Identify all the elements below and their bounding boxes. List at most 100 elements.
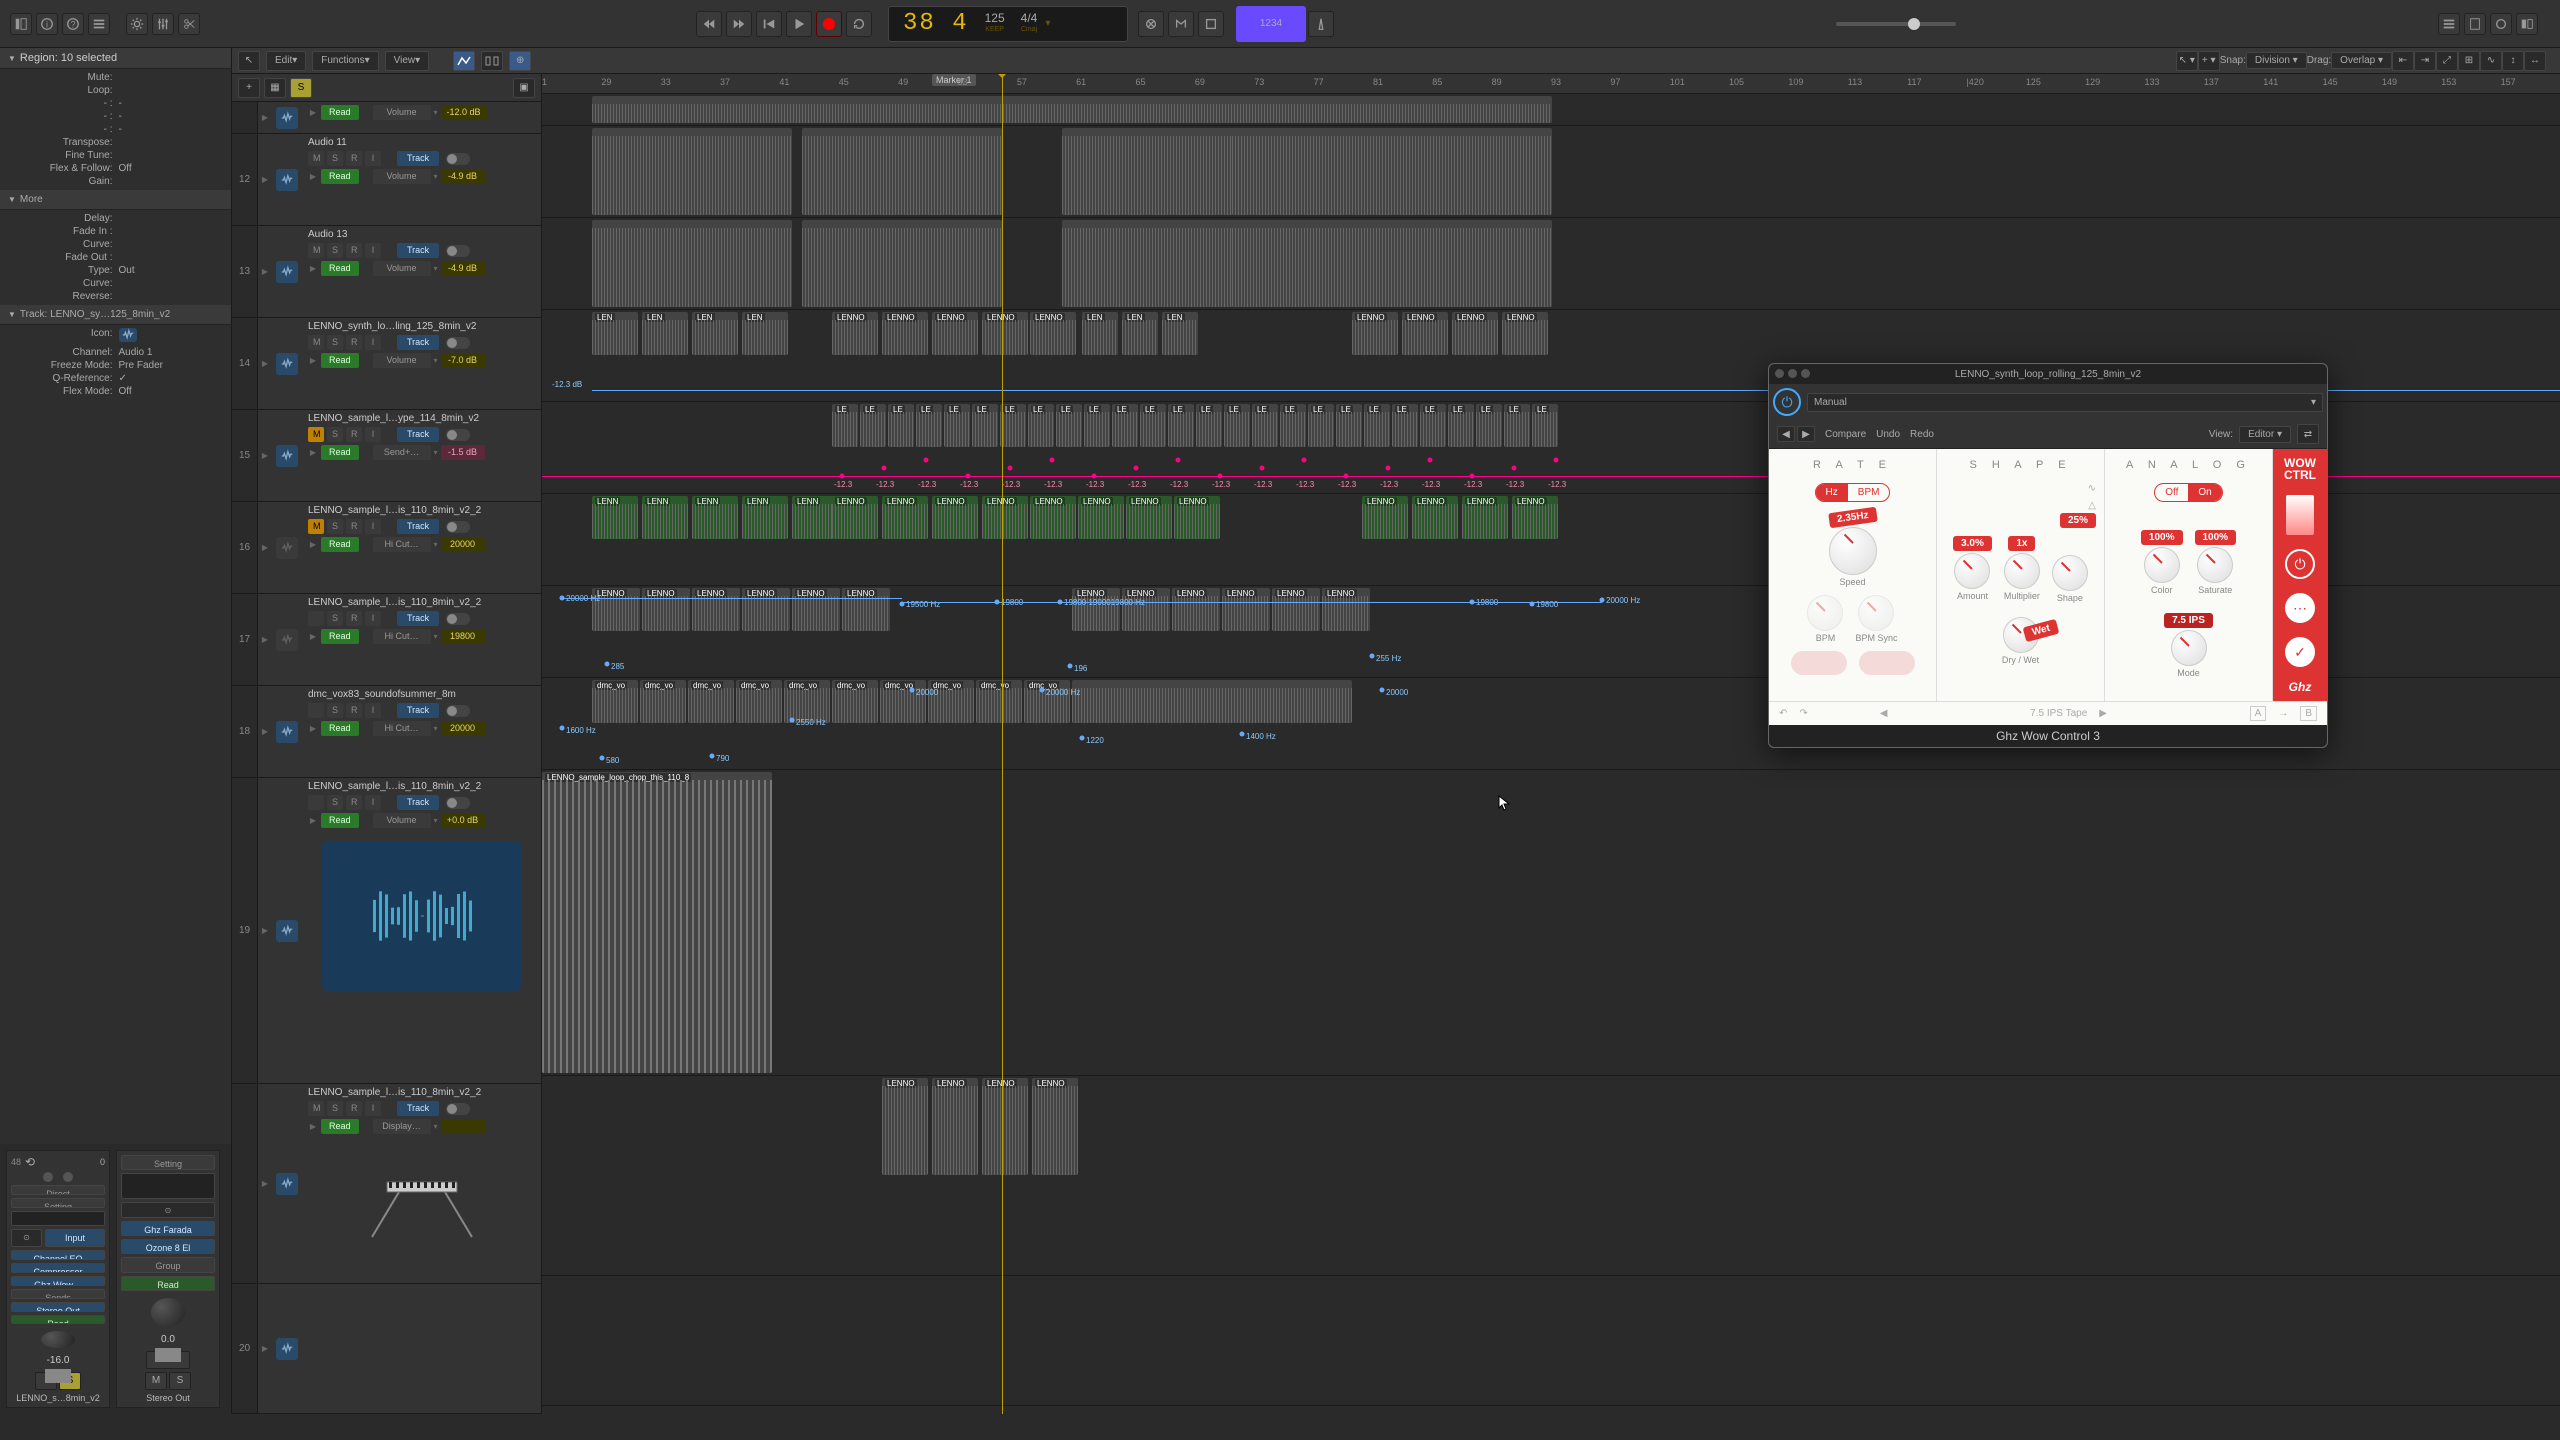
rate-oval-2[interactable] [1859,651,1915,675]
track-record-button[interactable]: R [346,335,362,350]
play-button[interactable] [786,11,812,37]
region[interactable]: LENNO [842,588,890,631]
zoom-h2-icon[interactable]: ⇥ [2414,51,2436,71]
automation-param[interactable]: Volume [373,169,431,184]
region[interactable]: LENNO [642,588,690,631]
track-mode-button[interactable]: Track [397,703,439,718]
region[interactable]: LENNO [1030,496,1076,539]
track-input-button[interactable]: I [365,243,381,258]
cycle-button[interactable] [846,11,872,37]
side-check-icon[interactable]: ✓ [2285,637,2315,667]
track-input-button[interactable]: I [365,1101,381,1116]
region[interactable]: LEN [592,312,638,355]
waveform-zoom-icon[interactable]: ∿ [2480,51,2502,71]
add-track-button[interactable]: + [238,78,260,98]
track-solo-button[interactable]: S [327,519,343,534]
foot-redo-icon[interactable]: ↷ [1799,708,1807,719]
track-mode-button[interactable]: Track [397,519,439,534]
track-input-button[interactable]: I [365,795,381,810]
disclosure-icon[interactable]: ▶ [258,1084,272,1283]
view-dropdown[interactable]: Editor ▾ [2239,426,2291,443]
automation-value[interactable] [441,1119,485,1134]
disclosure-icon[interactable]: ▶ [258,134,272,225]
track-header[interactable]: 12 ▶ Audio 11MSRITrack▶ReadVolume▾-4.9 d… [232,134,541,226]
region[interactable]: LENNO [1072,588,1120,631]
side-menu-icon[interactable]: ⋯ [2285,593,2315,623]
region[interactable]: LENN [642,496,688,539]
notepad-icon[interactable] [2464,13,2486,35]
track-record-button[interactable]: R [346,1101,362,1116]
region[interactable] [1072,680,1352,723]
disclosure-icon[interactable]: ▶ [258,778,272,1083]
zoom-fit-icon[interactable]: ⊞ [2458,51,2480,71]
track-header[interactable]: ▶ ▶ReadVolume▾-12.0 dB [232,102,541,134]
sine-icon[interactable]: ∿ [2088,483,2096,494]
track-input-button[interactable]: I [365,519,381,534]
track-header[interactable]: 17 ▶ LENNO_sample_l…is_110_8min_v2_2SRIT… [232,594,541,686]
region[interactable]: LENNO [1402,312,1448,355]
region[interactable]: LE [944,404,970,447]
automation-param[interactable]: Send+… [373,445,431,460]
undo-button[interactable]: Undo [1876,429,1900,440]
automation-mode[interactable]: Read [321,813,359,828]
fx-slot-2[interactable]: Compressor [11,1263,105,1273]
track-mute-button[interactable] [308,703,324,718]
region[interactable]: LENNO [1362,496,1408,539]
gear-icon[interactable] [126,13,148,35]
add-tool[interactable]: + ▾ [2198,51,2220,71]
automation-param[interactable]: Volume [373,813,431,828]
region[interactable]: LE [1168,404,1194,447]
autopunch-icon[interactable] [1168,11,1194,37]
region[interactable]: LE [1476,404,1502,447]
region[interactable]: LE [1448,404,1474,447]
output-slot[interactable]: Stereo Out [11,1302,105,1312]
track-solo-button[interactable]: S [327,243,343,258]
track-record-button[interactable]: R [346,243,362,258]
track-lane[interactable] [542,218,2560,310]
region[interactable]: LE [1112,404,1138,447]
track-name[interactable]: LENNO_sample_l…is_110_8min_v2_2 [308,597,535,608]
track-header[interactable]: 14 ▶ LENNO_synth_lo…ling_125_8min_v2MSRI… [232,318,541,410]
automation-mode[interactable]: Read [321,169,359,184]
track-solo-button[interactable]: S [327,151,343,166]
disclosure-icon[interactable]: ▶ [258,410,272,501]
region[interactable]: LENNO [1272,588,1320,631]
track-name[interactable]: LENNO_sample_l…ype_114_8min_v2 [308,413,535,424]
region[interactable]: LE [1196,404,1222,447]
track-name[interactable]: dmc_vox83_soundofsummer_8m [308,689,535,700]
zoom-v-icon[interactable]: ⤢ [2436,51,2458,71]
ab-b-button[interactable]: B [2300,706,2317,721]
automation-param[interactable]: Volume [373,105,431,120]
more-header[interactable]: ▼More [0,190,231,210]
fx-slot-1[interactable]: Ghz Farada [121,1221,215,1236]
ab-a-button[interactable]: A [2250,706,2267,721]
track-mode-button[interactable]: Track [397,795,439,810]
fx-slot-2[interactable]: Ozone 8 El [121,1239,215,1254]
region[interactable]: LE [1336,404,1362,447]
amount-knob[interactable] [1954,553,1990,589]
track-lane[interactable] [542,1276,2560,1406]
region[interactable]: LENNO [932,1078,978,1175]
track-onoff-toggle[interactable] [446,797,470,809]
track-mode-button[interactable]: Track [397,151,439,166]
track-mute-button[interactable] [308,611,324,626]
solo-all-button[interactable]: S [290,78,312,98]
automation-param[interactable]: Display… [373,1119,431,1134]
region[interactable]: LENNO [1462,496,1508,539]
track-onoff-toggle[interactable] [446,1103,470,1115]
disclosure-icon[interactable]: ▶ [258,502,272,593]
track-onoff-toggle[interactable] [446,245,470,257]
region[interactable]: dmc_vo [832,680,878,723]
automation-mode[interactable]: Read [121,1276,215,1291]
track-solo-button[interactable]: S [327,703,343,718]
track-mode-button[interactable]: Track [397,335,439,350]
automation-param[interactable]: Hi Cut… [373,629,431,644]
scissors-icon[interactable] [178,13,200,35]
region[interactable]: LENNO_sample_loop_chop_this_110_8 [542,772,772,1073]
region[interactable]: LE [1532,404,1558,447]
track-header[interactable]: 18 ▶ dmc_vox83_soundofsummer_8mSRITrack▶… [232,686,541,778]
region[interactable]: LENNO [982,312,1028,355]
region[interactable]: dmc_vo [736,680,782,723]
automation-value[interactable]: -4.9 dB [441,169,485,184]
forward-button[interactable] [726,11,752,37]
